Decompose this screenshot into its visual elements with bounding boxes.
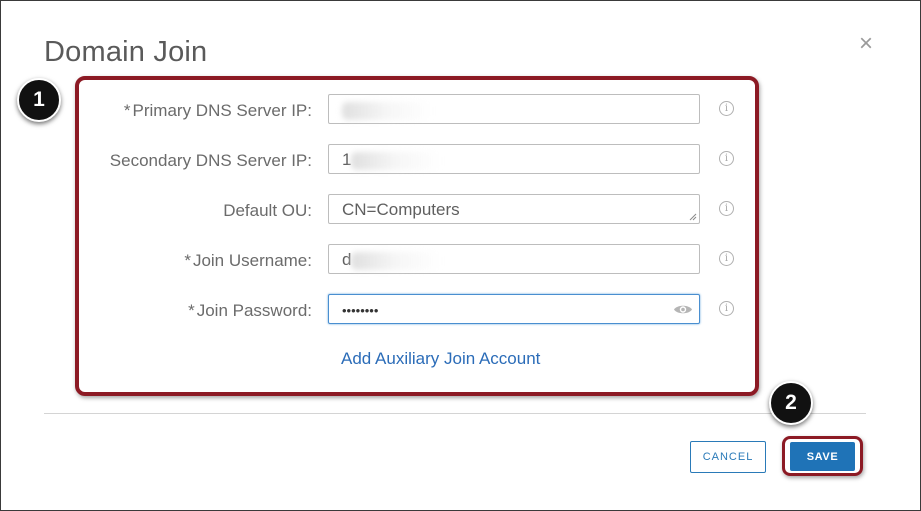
required-marker: * [184,251,191,270]
info-icon[interactable]: i [719,201,734,216]
form-row-join-username: * Join Username: d i [80,244,740,276]
eye-icon[interactable] [673,303,693,316]
required-marker: * [188,301,195,320]
default-ou-label: Default OU: [223,201,312,220]
close-icon[interactable]: × [856,32,876,56]
cancel-button[interactable]: CANCEL [690,441,766,473]
join-username-value: d [342,250,352,269]
required-marker: * [123,101,131,120]
save-button[interactable]: SAVE [790,442,855,471]
form-row-primary-dns: * Primary DNS Server IP: i [80,94,740,126]
secondary-dns-input[interactable]: 1 [328,144,700,174]
info-icon[interactable]: i [719,301,734,316]
form-row-secondary-dns: Secondary DNS Server IP: 1 i [80,144,740,176]
add-auxiliary-join-account-link[interactable]: Add Auxiliary Join Account [341,349,540,369]
callout-badge-2: 2 [769,381,813,425]
default-ou-textarea[interactable]: CN=Computers [328,194,700,224]
primary-dns-label: * Primary DNS Server IP: [124,101,312,121]
join-password-label-text: Join Password: [196,301,312,320]
primary-dns-input[interactable] [328,94,700,124]
join-password-label: * Join Password: [188,301,312,321]
join-username-label: * Join Username: [184,251,312,271]
join-username-label-text: Join Username: [192,251,312,270]
resize-grip-icon[interactable] [689,213,697,221]
redacted-value [351,251,442,270]
form-row-join-password: * Join Password: •••••••• i [80,294,740,326]
default-ou-value: CN=Computers [342,200,460,219]
secondary-dns-label: Secondary DNS Server IP: [109,151,312,170]
redacted-value [342,101,432,120]
join-password-input[interactable]: •••••••• [328,294,700,324]
info-icon[interactable]: i [719,251,734,266]
join-username-input[interactable]: d [328,244,700,274]
redacted-value [351,151,442,170]
callout-badge-1: 1 [17,78,61,122]
info-icon[interactable]: i [719,151,734,166]
join-password-value: •••••••• [342,303,379,318]
secondary-dns-value: 1 [342,150,352,169]
form-row-default-ou: Default OU: CN=Computers i [80,194,740,226]
info-icon[interactable]: i [719,101,734,116]
primary-dns-label-text: Primary DNS Server IP: [132,101,312,120]
footer-divider [44,413,866,414]
dialog-title: Domain Join [44,36,208,68]
